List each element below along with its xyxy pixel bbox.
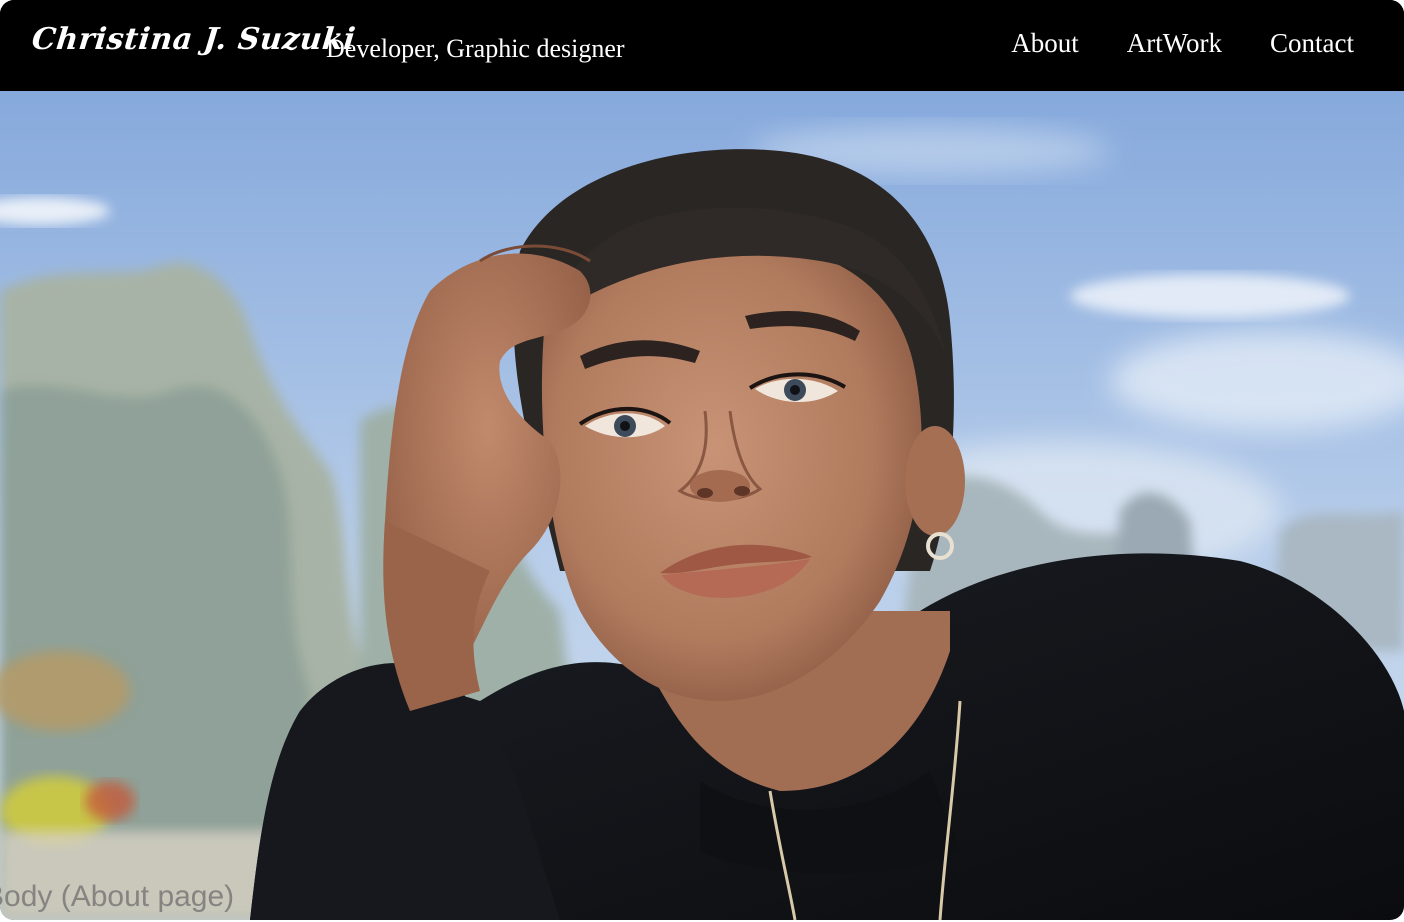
main-nav: About ArtWork Contact: [1011, 28, 1354, 59]
site-header: Christina J. Suzuki Developer, Graphic d…: [0, 0, 1404, 91]
site-brand-logo[interactable]: Christina J. Suzuki: [30, 22, 357, 57]
browser-window: Christina J. Suzuki Developer, Graphic d…: [0, 0, 1404, 920]
nav-link-contact[interactable]: Contact: [1270, 28, 1354, 59]
page-section-caption: Body (About page): [0, 880, 235, 913]
portrait-illustration: [0, 91, 1404, 920]
nav-link-about[interactable]: About: [1011, 28, 1079, 59]
site-tagline: Developer, Graphic designer: [326, 34, 625, 63]
hero-portrait-image: [0, 91, 1404, 920]
nav-link-artwork[interactable]: ArtWork: [1127, 28, 1222, 59]
